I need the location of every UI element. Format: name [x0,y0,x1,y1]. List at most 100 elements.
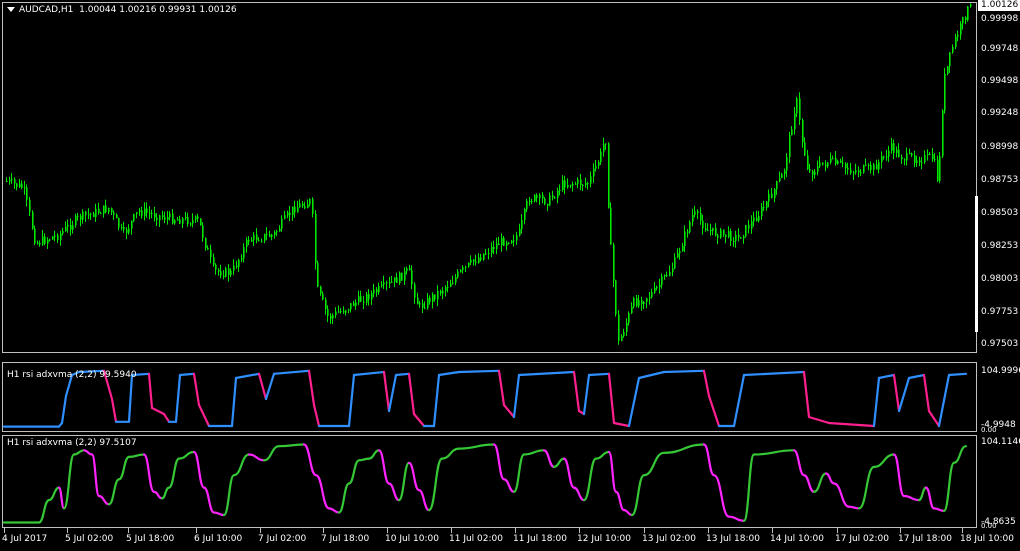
candle-body [11,179,13,181]
price-chart-pane[interactable]: AUDCAD,H1 1.00044 1.00216 0.99931 1.0012… [2,2,977,353]
indicator-segment [257,372,268,401]
candle-body [526,200,528,210]
indicator-segment [702,369,711,398]
candle-body [626,323,628,332]
indicator-segment [907,373,926,380]
candle-body [126,229,128,233]
triangle-down-icon[interactable] [7,7,15,12]
candle-body [781,174,783,178]
indicator-segment [162,412,171,423]
candle-body [335,311,337,316]
candle-body [228,268,230,275]
indicator-segment [627,376,641,428]
indicator-segment [347,459,361,485]
candle-body [542,194,544,199]
candle-body [646,298,648,302]
candle-body [853,172,855,174]
candle-body [473,259,475,262]
candle-body [837,160,839,164]
candle-body [921,162,923,164]
candle-body [470,259,472,263]
candle-body [88,214,90,216]
candle-body [860,172,862,174]
candle-body [748,225,750,229]
indicator-segment [110,397,118,423]
indicator-pane-2[interactable]: H1 rsi adxvma (2,2) 97.5107 [2,435,977,528]
candle-body [223,275,225,277]
candle-body [368,294,370,300]
candle-body [796,98,798,114]
indicator-segment [512,453,526,493]
candle-body [582,184,584,186]
candle-body [962,17,964,24]
candle-body [876,164,878,170]
indicator-segment [347,373,356,428]
candle-body [580,179,582,186]
candle-body [789,135,791,158]
candle-body [179,219,181,224]
indicator-segment [582,373,591,416]
candlestick-chart [6,3,972,345]
candle-body [14,179,16,184]
candle-body [554,197,556,199]
indicator-segment [312,403,321,428]
candle-body [822,162,824,165]
time-tick [644,528,645,533]
candle-body [315,214,317,264]
indicator-1-title: H1 rsi adxvma (2,2) 99.5940 [7,370,137,380]
candle-body [256,234,258,241]
candle-body [960,23,962,35]
candle-body [949,52,951,67]
candle-body [529,200,531,203]
candle-body [723,229,725,235]
candle-body [534,195,536,202]
candle-body [246,239,248,247]
candle-body [434,294,436,300]
indicator-segment [572,370,581,413]
indicator-segment [230,376,238,428]
candle-body [840,160,842,163]
candle-body [488,253,490,255]
candle-body [845,163,847,168]
candle-body [623,332,625,337]
time-tick [128,528,129,533]
candle-body [317,263,319,287]
candle-body [159,215,161,221]
indicator-2-line [3,443,968,524]
candle-body [873,164,875,170]
candle-body [399,272,401,283]
indicator-segment [60,394,68,425]
time-tick [196,528,197,533]
candle-body [552,195,554,198]
indicator-segment [107,478,121,506]
candle-body [297,207,299,213]
candle-body [29,199,31,213]
candle-body [304,205,306,209]
candle-body [756,217,758,221]
candle-body [39,242,41,245]
candle-body [817,166,819,172]
candle-body [733,240,735,242]
candle-body [753,217,755,222]
indicator-pane-1[interactable]: H1 rsi adxvma (2,2) 99.5940 [2,362,977,432]
candle-body [549,195,551,206]
candle-body [651,292,653,297]
indicator-segment [897,376,911,413]
indicator-segment [857,465,876,510]
candle-body [654,288,656,293]
candle-body [386,282,388,284]
candle-body [707,230,709,232]
candle-body [638,300,640,307]
candle-body [740,237,742,239]
indicator-segment [642,451,666,477]
candle-body [465,266,467,268]
candle-body [710,230,712,232]
candle-body [202,225,204,238]
indicator-segment [272,369,311,375]
candle-body [348,309,350,311]
candle-body [353,303,355,307]
time-label: 17 Jul 02:00 [835,534,889,544]
candle-body [406,268,408,272]
indicator-segment [222,474,236,517]
candle-body [909,153,911,155]
